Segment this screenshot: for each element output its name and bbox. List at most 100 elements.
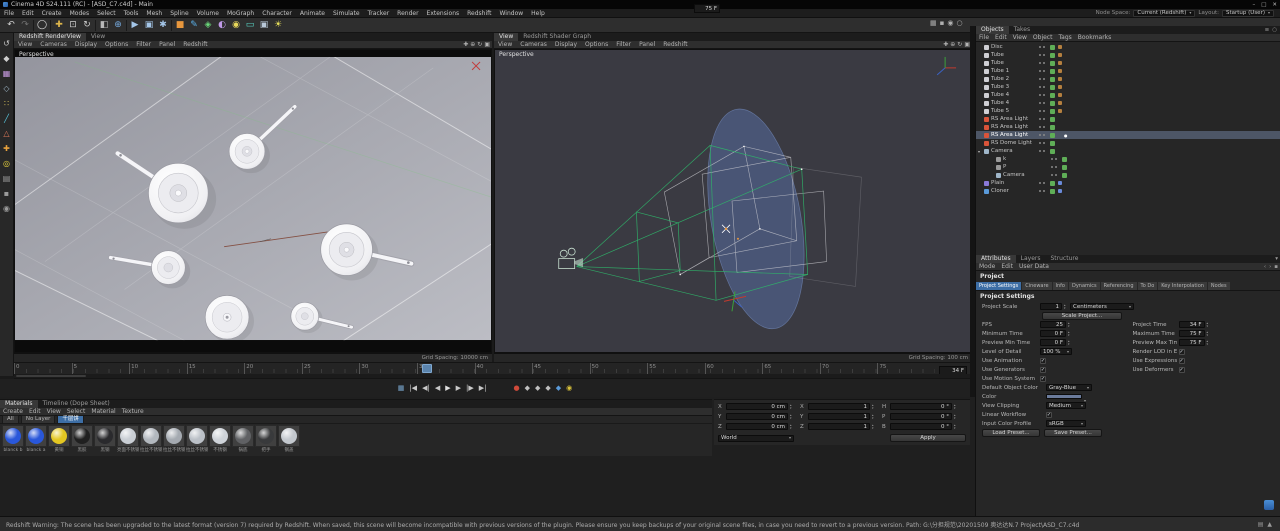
menu-item[interactable]: Help: [527, 10, 549, 17]
back-icon[interactable]: ‹: [1264, 263, 1266, 271]
stepper-icon[interactable]: [1207, 331, 1211, 337]
menu-item[interactable]: Extensions: [423, 10, 464, 17]
scale-field[interactable]: 1: [808, 403, 870, 410]
default-color-swatch[interactable]: [1046, 394, 1082, 399]
visibility-dots[interactable]: [1039, 70, 1047, 72]
use-animation-checkbox[interactable]: [1040, 357, 1046, 364]
use-deformers-checkbox[interactable]: [1178, 366, 1185, 373]
scale-field[interactable]: 1: [808, 413, 870, 420]
menu-item[interactable]: Animate: [296, 10, 329, 17]
search-icon[interactable]: ○: [956, 19, 962, 27]
enabled-toggle[interactable]: [1062, 156, 1067, 162]
menu-item[interactable]: Simulate: [329, 10, 364, 17]
add-deformer-button[interactable]: ◐: [215, 19, 229, 32]
tag-icon[interactable]: [1058, 189, 1062, 193]
enabled-toggle[interactable]: [1050, 188, 1055, 194]
stepper-icon[interactable]: [790, 414, 794, 420]
model-mode-icon[interactable]: ◆: [0, 52, 14, 67]
minimum-time-field[interactable]: 0 F: [1040, 330, 1066, 337]
play-button[interactable]: ▶: [444, 382, 451, 394]
position-field[interactable]: 0 cm: [726, 423, 788, 430]
viewport-menu-item[interactable]: Redshift: [659, 41, 691, 48]
rotate-view-icon[interactable]: ↻: [477, 41, 482, 48]
section-tab[interactable]: Project Settings: [976, 282, 1023, 290]
view-clipping-select[interactable]: Medium: [1046, 402, 1086, 409]
snapshot-icon[interactable]: ◉: [947, 19, 953, 27]
enabled-toggle[interactable]: [1050, 180, 1055, 186]
enabled-toggle[interactable]: [1050, 76, 1055, 82]
redo-icon[interactable]: ↷: [18, 19, 32, 32]
use-generators-checkbox[interactable]: [1040, 366, 1046, 373]
viewport-menu-item[interactable]: Options: [581, 41, 612, 48]
add-field-button[interactable]: ◉: [229, 19, 243, 32]
menu-item[interactable]: Spline: [166, 10, 192, 17]
menu-item[interactable]: Tools: [120, 10, 143, 17]
rotation-field[interactable]: 0 °: [890, 413, 952, 420]
tree-row[interactable]: Camera: [976, 171, 1280, 179]
panel-menu-icon[interactable]: ≡: [1265, 26, 1270, 34]
enabled-toggle[interactable]: [1050, 60, 1055, 66]
viewport-menu-item[interactable]: Cameras: [516, 41, 551, 48]
material-item[interactable]: 锅底: [232, 425, 254, 454]
enabled-toggle[interactable]: [1050, 52, 1055, 58]
project-time-field[interactable]: 34 F: [1178, 321, 1205, 328]
objects-menu-item[interactable]: Object: [1030, 34, 1056, 41]
workplane-snap-icon[interactable]: ▤: [0, 172, 14, 187]
visibility-dots[interactable]: [1039, 54, 1047, 56]
viewport-menu-item[interactable]: Display: [551, 41, 581, 48]
section-tab[interactable]: Dynamics: [1069, 282, 1101, 290]
search-icon[interactable]: ○: [1272, 26, 1277, 34]
filter-chip[interactable]: No Layer: [20, 415, 56, 424]
timeline-scrollbar[interactable]: [14, 374, 970, 378]
visibility-dots[interactable]: [1039, 78, 1047, 80]
render-lod-checkbox[interactable]: [1178, 348, 1185, 355]
viewport-menu-item[interactable]: View: [14, 41, 36, 48]
enabled-toggle[interactable]: [1062, 172, 1067, 178]
objects-menu-item[interactable]: File: [976, 34, 992, 41]
rotation-field[interactable]: 0 °: [890, 423, 952, 430]
material-item[interactable]: 钢盖: [278, 425, 300, 454]
menu-item[interactable]: Create: [38, 10, 66, 17]
materials-menu-item[interactable]: Create: [0, 408, 26, 415]
user-data-menu[interactable]: User Data: [1016, 263, 1052, 270]
tree-row[interactable]: P: [976, 163, 1280, 171]
stepper-icon[interactable]: [872, 424, 876, 430]
panel-tab[interactable]: Structure: [1045, 255, 1083, 263]
edges-mode-icon[interactable]: ╱: [0, 112, 14, 127]
panel-tab[interactable]: Takes: [1009, 26, 1035, 34]
tree-row[interactable]: Tube 1: [976, 67, 1280, 75]
layout-select[interactable]: Startup (User): [1221, 9, 1274, 17]
linear-workflow-checkbox[interactable]: [1046, 411, 1052, 418]
prev-key-button[interactable]: ◀|: [421, 382, 431, 394]
use-expressions-checkbox[interactable]: [1178, 357, 1185, 364]
panel-tab[interactable]: Redshift Shader Graph: [518, 33, 596, 41]
timeline-palette-icon[interactable]: ▦: [397, 382, 406, 394]
viewport-menu-item[interactable]: Filter: [612, 41, 635, 48]
visibility-dots[interactable]: [1039, 182, 1047, 184]
panel-tab[interactable]: Timeline (Dope Sheet): [38, 400, 115, 408]
tag-icon[interactable]: [1058, 109, 1062, 113]
enabled-toggle[interactable]: [1050, 108, 1055, 114]
viewport-menu-item[interactable]: Filter: [132, 41, 155, 48]
materials-menu-item[interactable]: Texture: [119, 408, 147, 415]
panel-tab[interactable]: Layers: [1016, 255, 1046, 263]
coordinate-system-icon[interactable]: ⊕: [111, 19, 125, 32]
material-item[interactable]: 黑胶: [71, 425, 93, 454]
visibility-dots[interactable]: [1051, 158, 1059, 160]
lod-select[interactable]: 100 %: [1040, 348, 1072, 355]
tree-row[interactable]: RS Area Light ●: [976, 131, 1280, 139]
save-preset-button[interactable]: Save Preset...: [1044, 428, 1102, 437]
render-view-button[interactable]: ▶: [128, 19, 142, 32]
visibility-dots[interactable]: [1051, 174, 1059, 176]
enabled-toggle[interactable]: [1050, 100, 1055, 106]
tag-icon[interactable]: [1070, 165, 1074, 169]
material-item[interactable]: 亮面不锈钢: [117, 425, 139, 454]
tag-icon[interactable]: [1058, 101, 1062, 105]
enabled-toggle[interactable]: [1050, 148, 1055, 154]
visibility-dots[interactable]: [1039, 150, 1047, 152]
axis-mode-icon[interactable]: ✚: [0, 142, 14, 157]
menu-item[interactable]: Character: [258, 10, 296, 17]
tree-row[interactable]: Cloner: [976, 187, 1280, 195]
tree-row[interactable]: RS Area Light: [976, 115, 1280, 123]
viewport-menu-item[interactable]: Panel: [635, 41, 659, 48]
